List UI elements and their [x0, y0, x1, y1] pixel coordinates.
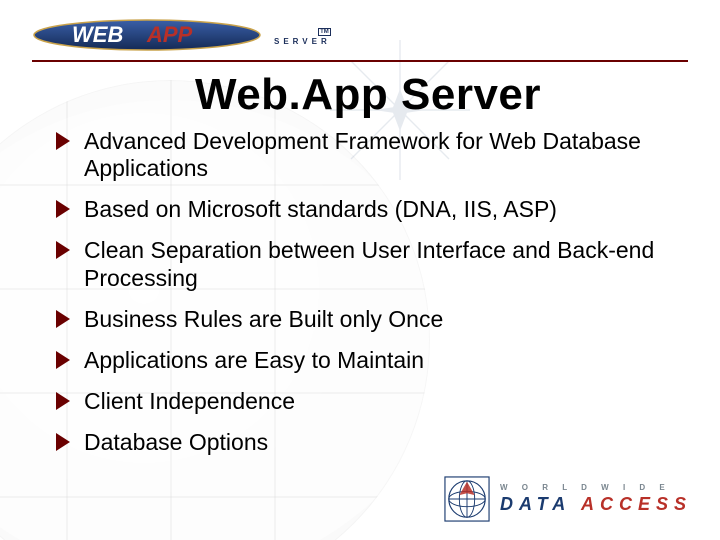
- webapp-server-logo: WEB APP TM SERVER: [32, 18, 688, 52]
- slide-header: WEB APP TM SERVER: [0, 0, 720, 62]
- footer-worldwide: W O R L D W I D E: [500, 483, 692, 492]
- slide-title: Web.App Server: [56, 70, 680, 120]
- bullet-item: Database Options: [56, 429, 680, 456]
- data-access-globe-icon: [444, 476, 490, 522]
- bullet-arrow-icon: [56, 241, 70, 259]
- bullet-arrow-icon: [56, 433, 70, 451]
- bullet-arrow-icon: [56, 392, 70, 410]
- bullet-item: Business Rules are Built only Once: [56, 306, 680, 333]
- footer-data-access: DATA ACCESS: [500, 494, 692, 515]
- data-access-logo: W O R L D W I D E DATA ACCESS: [444, 476, 692, 522]
- bullet-text: Clean Separation between User Interface …: [84, 237, 654, 290]
- logo-server-tag: TM SERVER: [274, 28, 331, 46]
- bullet-item: Applications are Easy to Maintain: [56, 347, 680, 374]
- bullet-text: Database Options: [84, 429, 268, 455]
- bullet-text: Based on Microsoft standards (DNA, IIS, …: [84, 196, 557, 222]
- bullet-text: Advanced Development Framework for Web D…: [84, 128, 641, 181]
- bullet-item: Based on Microsoft standards (DNA, IIS, …: [56, 196, 680, 223]
- bullet-item: Client Independence: [56, 388, 680, 415]
- bullet-arrow-icon: [56, 310, 70, 328]
- bullet-item: Clean Separation between User Interface …: [56, 237, 680, 291]
- bullet-text: Client Independence: [84, 388, 295, 414]
- slide-content: Web.App Server Advanced Development Fram…: [0, 62, 720, 456]
- bullet-item: Advanced Development Framework for Web D…: [56, 128, 680, 182]
- webapp-logo-mark: WEB APP: [32, 18, 262, 52]
- bullet-text: Business Rules are Built only Once: [84, 306, 443, 332]
- bullet-arrow-icon: [56, 200, 70, 218]
- bullet-arrow-icon: [56, 351, 70, 369]
- logo-web-text: WEB: [72, 22, 123, 47]
- logo-server-label: SERVER: [274, 38, 331, 46]
- bullet-text: Applications are Easy to Maintain: [84, 347, 424, 373]
- logo-app-text: APP: [146, 22, 193, 47]
- bullet-arrow-icon: [56, 132, 70, 150]
- logo-tm: TM: [318, 28, 331, 36]
- bullet-list: Advanced Development Framework for Web D…: [56, 128, 680, 456]
- data-access-text: W O R L D W I D E DATA ACCESS: [500, 483, 692, 515]
